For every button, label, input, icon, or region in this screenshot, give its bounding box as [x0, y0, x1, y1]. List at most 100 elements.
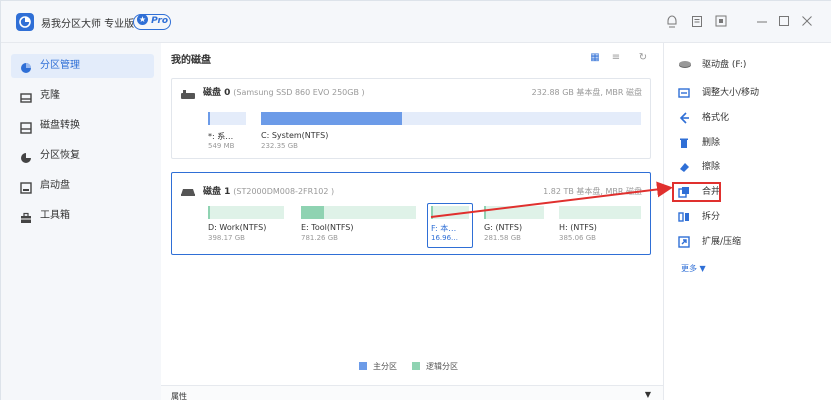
disk-card-0[interactable]: 磁盘 0 (Samsung SSD 860 EVO 250GB ) 232.88… — [171, 78, 651, 159]
partition-name: C: System(NTFS) — [261, 131, 329, 140]
partition-bar[interactable] — [208, 206, 284, 219]
close-icon[interactable] — [800, 15, 814, 29]
legend-swatch — [412, 361, 420, 370]
merge-highlight-box — [672, 182, 721, 202]
partition-size: 398.17 GB — [208, 234, 245, 242]
gift-icon[interactable] — [665, 15, 679, 29]
partition-bar[interactable] — [431, 206, 469, 219]
sidebar-item-partition-management[interactable]: 分区管理 — [11, 54, 154, 78]
page-title: 我的磁盘 — [171, 55, 211, 66]
disk-icon — [180, 182, 196, 201]
partition-name: G: (NTFS) — [484, 223, 523, 232]
op-label: 格式化 — [702, 113, 730, 123]
disk-info: 1.82 TB 基本盘, MBR 磁盘 — [543, 187, 642, 196]
legend-label: 主分区 — [373, 362, 397, 371]
maximize-icon[interactable] — [777, 15, 791, 29]
split-icon — [678, 211, 690, 223]
disk-header: 磁盘 1 (ST2000DM008-2FR102 ) — [203, 184, 334, 197]
sidebar-item-label: 启动盘 — [40, 180, 70, 191]
partition-size: 16.96… — [431, 234, 459, 242]
pro-badge: ★ Pro — [133, 14, 171, 30]
legend-swatch — [359, 361, 367, 370]
partition-name: H: (NTFS) — [559, 223, 597, 232]
partition-name: E: Tool(NTFS) — [301, 223, 354, 232]
sidebar-item-toolbox[interactable]: 工具箱 — [11, 204, 154, 228]
op-label: 擦除 — [702, 162, 721, 172]
extend-icon — [678, 236, 690, 248]
op-label: 拆分 — [702, 212, 721, 222]
eraser-icon — [678, 161, 690, 173]
op-label: 删除 — [702, 138, 721, 148]
minimize-icon[interactable] — [755, 15, 769, 29]
partition-size: 781.26 GB — [301, 234, 338, 242]
title-bar: 易我分区大师 专业版 ★ Pro — [1, 1, 831, 43]
legend-label: 逻辑分区 — [426, 362, 458, 371]
partition-bar[interactable] — [559, 206, 641, 219]
toolbox-icon — [20, 210, 32, 223]
sidebar-item-label: 克隆 — [40, 90, 60, 101]
operations-panel: 驱动盘 (F:) 调整大小/移动 格式化 删除 擦除 合并 拆分 扩展/压缩 — [663, 43, 831, 400]
sidebar-item-label: 分区恢复 — [40, 150, 80, 161]
list-view-icon[interactable]: ≡ — [610, 52, 622, 64]
legend-logical: 逻辑分区 — [412, 361, 458, 372]
partition-recovery-icon — [20, 150, 32, 163]
disk-model: (ST2000DM008-2FR102 ) — [233, 187, 335, 196]
disk-header: 磁盘 0 (Samsung SSD 860 EVO 250GB ) — [203, 85, 365, 98]
app-logo-icon — [16, 13, 34, 31]
disk-card-1[interactable]: 磁盘 1 (ST2000DM008-2FR102 ) 1.82 TB 基本盘, … — [171, 172, 651, 255]
trash-icon — [678, 137, 690, 149]
boot-disk-icon — [20, 180, 32, 194]
feedback-icon[interactable] — [690, 15, 704, 29]
op-extend-shrink[interactable]: 扩展/压缩 — [674, 232, 819, 252]
settings-icon[interactable] — [714, 15, 728, 29]
legend-primary: 主分区 — [359, 361, 397, 372]
properties-bar[interactable]: 属性 ▼ — [161, 385, 663, 400]
op-format[interactable]: 格式化 — [674, 108, 819, 128]
clone-icon — [20, 90, 32, 103]
sidebar-item-partition-recovery[interactable]: 分区恢复 — [11, 144, 154, 168]
partition-size: 281.58 GB — [484, 234, 521, 242]
disk-icon — [180, 86, 196, 105]
app-title: 易我分区大师 专业版 — [41, 19, 135, 30]
partition-name: D: Work(NTFS) — [208, 223, 267, 232]
partition-size: 232.35 GB — [261, 142, 298, 150]
op-delete[interactable]: 删除 — [674, 133, 819, 153]
partition-size: 385.06 GB — [559, 234, 596, 242]
op-split[interactable]: 拆分 — [674, 207, 819, 227]
disk-name: 磁盘 0 — [203, 88, 231, 98]
pro-star-icon: ★ — [137, 14, 148, 25]
partition-bar[interactable] — [208, 112, 246, 125]
disk-info: 232.88 GB 基本盘, MBR 磁盘 — [531, 88, 642, 97]
partition-bar[interactable] — [484, 206, 544, 219]
sidebar-item-boot-disk[interactable]: 启动盘 — [11, 174, 154, 198]
pro-label: Pro — [151, 16, 169, 26]
sidebar-item-clone[interactable]: 克隆 — [11, 84, 154, 108]
more-link[interactable]: 更多 ▼ — [681, 263, 706, 274]
drive-label: 驱动盘 (F:) — [702, 60, 747, 70]
sidebar-item-label: 工具箱 — [40, 210, 70, 221]
pie-chart-icon — [20, 60, 32, 73]
disk-convert-icon — [20, 120, 32, 134]
partition-name: *: 系… — [208, 132, 234, 141]
chevron-down-icon[interactable]: ▼ — [645, 390, 651, 399]
partition-bar[interactable] — [301, 206, 416, 219]
properties-label: 属性 — [171, 392, 187, 400]
op-resize-move[interactable]: 调整大小/移动 — [674, 83, 819, 103]
op-label: 扩展/压缩 — [702, 237, 742, 247]
app-window: 易我分区大师 专业版 ★ Pro 分区管理 克隆 磁盘转换 分区恢复 启动盘 工… — [0, 0, 831, 400]
main-content: 我的磁盘 ▦ ≡ ↻ 磁盘 0 (Samsung SSD 860 EVO 250… — [161, 43, 663, 400]
op-wipe[interactable]: 擦除 — [674, 157, 819, 177]
partition-name: F: 本… — [431, 224, 457, 233]
selected-drive: 驱动盘 (F:) — [674, 55, 819, 75]
partition-size: 549 MB — [208, 142, 235, 150]
drive-icon — [678, 59, 691, 71]
partition-bar[interactable] — [261, 112, 641, 125]
grid-view-icon[interactable]: ▦ — [589, 52, 601, 64]
op-label: 调整大小/移动 — [702, 88, 760, 98]
disk-model: (Samsung SSD 860 EVO 250GB ) — [233, 88, 365, 97]
sidebar-item-label: 分区管理 — [40, 60, 80, 71]
disk-name: 磁盘 1 — [203, 187, 231, 197]
format-icon — [678, 112, 690, 124]
sidebar-item-disk-convert[interactable]: 磁盘转换 — [11, 114, 154, 138]
refresh-icon[interactable]: ↻ — [637, 52, 649, 64]
